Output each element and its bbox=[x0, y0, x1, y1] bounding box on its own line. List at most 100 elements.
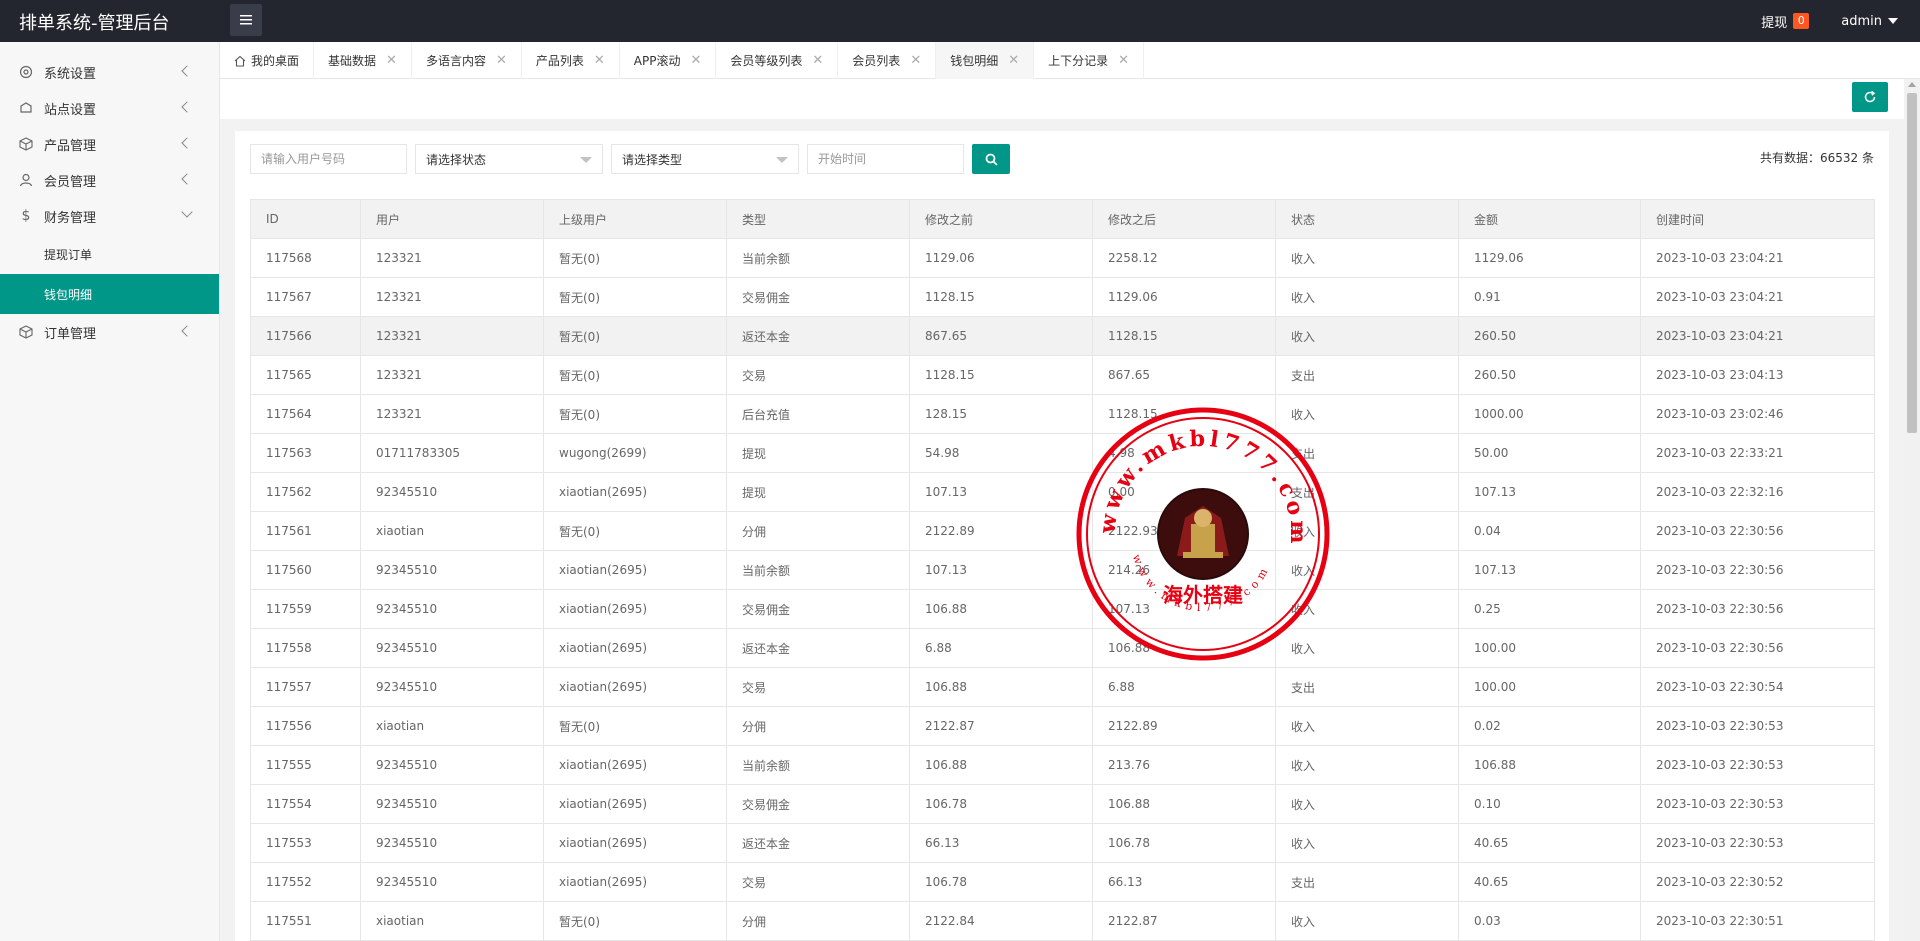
table-row[interactable]: 117556 xiaotian 暂无(0) 分佣 2122.87 2122.89 收入 0.0… bbox=[250, 706, 1875, 746]
table-cell: 107.13 bbox=[1458, 472, 1641, 512]
page-scrollbar[interactable] bbox=[1904, 79, 1920, 941]
table-cell: 92345510 bbox=[360, 745, 544, 785]
sidebar-item-product-management[interactable]: 产品管理 bbox=[0, 126, 219, 162]
type-select[interactable]: 请选择类型 bbox=[611, 144, 799, 174]
table-cell: 2023-10-03 22:30:56 bbox=[1640, 511, 1875, 551]
table-cell: 260.50 bbox=[1458, 355, 1641, 395]
table-cell: 0.02 bbox=[1458, 706, 1641, 746]
close-icon[interactable]: ✕ bbox=[496, 53, 507, 68]
total-count: 共有数据：66532 条 bbox=[1760, 151, 1874, 165]
table-row[interactable]: 117562 92345510 xiaotian(2695) 提现 107.13 0.00… bbox=[250, 472, 1875, 512]
table-row[interactable]: 117551 xiaotian 暂无(0) 分佣 2122.84 2122.87 收入 0.0… bbox=[250, 901, 1875, 941]
table-cell: 支出 bbox=[1275, 472, 1459, 512]
tab-label: 我的桌面 bbox=[251, 54, 300, 68]
table-row[interactable]: 117565 123321 暂无(0) 交易 1128.15 867.65 支出 260.50… bbox=[250, 355, 1875, 395]
table-row[interactable]: 117564 123321 暂无(0) 后台充值 128.15 1128.15 收入 1000… bbox=[250, 394, 1875, 434]
table-cell: 6.88 bbox=[909, 628, 1093, 668]
sidebar-item-order-management[interactable]: 订单管理 bbox=[0, 314, 219, 350]
tab-multilang[interactable]: 多语言内容 ✕ bbox=[412, 42, 522, 79]
table-cell: 2023-10-03 22:30:56 bbox=[1640, 628, 1875, 668]
close-icon[interactable]: ✕ bbox=[910, 53, 921, 68]
tab-app-scroll[interactable]: APP滚动 ✕ bbox=[620, 42, 717, 79]
tab-member-levels[interactable]: 会员等级列表 ✕ bbox=[716, 42, 839, 79]
table-row[interactable]: 117566 123321 暂无(0) 返还本金 867.65 1128.15 收入 260.… bbox=[250, 316, 1875, 356]
username: admin bbox=[1841, 13, 1882, 29]
tab-label: 钱包明细 bbox=[950, 54, 999, 68]
table-cell: 2122.87 bbox=[909, 706, 1093, 746]
table-cell: 交易佣金 bbox=[726, 784, 910, 824]
table-cell: 收入 bbox=[1275, 316, 1459, 356]
table-cell: 40.65 bbox=[1458, 823, 1641, 863]
triangle-down-icon bbox=[580, 157, 592, 163]
table-cell: 2023-10-03 22:30:56 bbox=[1640, 550, 1875, 590]
sidebar-item-site-settings[interactable]: 站点设置 bbox=[0, 90, 219, 126]
close-icon[interactable]: ✕ bbox=[594, 53, 605, 68]
table-cell: xiaotian(2695) bbox=[543, 589, 727, 629]
table-row[interactable]: 117559 92345510 xiaotian(2695) 交易佣金 106.88 10… bbox=[250, 589, 1875, 629]
close-icon[interactable]: ✕ bbox=[690, 53, 701, 68]
user-number-input[interactable] bbox=[250, 144, 407, 174]
table-cell: 117554 bbox=[250, 784, 361, 824]
sidebar: 系统设置 站点设置 产品管理 会员管理 $ 财务管理 提现订单 钱包明细 订单管… bbox=[0, 42, 220, 941]
sidebar-item-finance-management[interactable]: $ 财务管理 bbox=[0, 198, 219, 234]
table-cell: 返还本金 bbox=[726, 628, 910, 668]
status-select[interactable]: 请选择状态 bbox=[415, 144, 603, 174]
scroll-up-arrow-icon[interactable] bbox=[1908, 82, 1916, 87]
table-cell: xiaotian bbox=[360, 511, 544, 551]
user-menu[interactable]: admin bbox=[1841, 14, 1898, 29]
table-cell: 123321 bbox=[360, 394, 544, 434]
home-icon bbox=[234, 55, 246, 67]
search-button[interactable] bbox=[972, 144, 1010, 174]
table-cell: 92345510 bbox=[360, 784, 544, 824]
close-icon[interactable]: ✕ bbox=[386, 53, 397, 68]
table-cell: 213.76 bbox=[1092, 745, 1276, 785]
table-cell: 2122.89 bbox=[909, 511, 1093, 551]
sidebar-item-member-management[interactable]: 会员管理 bbox=[0, 162, 219, 198]
withdraw-notice[interactable]: 提现 0 bbox=[1761, 12, 1810, 31]
table-cell: 0.04 bbox=[1458, 511, 1641, 551]
sidebar-subitem-wallet-details[interactable]: 钱包明细 bbox=[0, 274, 219, 314]
table-cell: 2258.12 bbox=[1092, 238, 1276, 278]
table-cell: 收入 bbox=[1275, 745, 1459, 785]
table-row[interactable]: 117568 123321 暂无(0) 当前余额 1129.06 2258.12 收入 112… bbox=[250, 238, 1875, 278]
table-cell: xiaotian(2695) bbox=[543, 823, 727, 863]
sidebar-subitem-withdraw-orders[interactable]: 提现订单 bbox=[0, 234, 219, 274]
scrollbar-thumb[interactable] bbox=[1907, 93, 1917, 433]
table-cell: 117561 bbox=[250, 511, 361, 551]
menu-toggle-button[interactable] bbox=[230, 4, 262, 36]
sidebar-item-system-settings[interactable]: 系统设置 bbox=[0, 54, 219, 90]
refresh-button[interactable] bbox=[1852, 82, 1888, 112]
table-row[interactable]: 117561 xiaotian 暂无(0) 分佣 2122.89 2122.93 收入 0.0… bbox=[250, 511, 1875, 551]
table-cell: 117567 bbox=[250, 277, 361, 317]
table-header-row: ID 用户 上级用户 类型 修改之前 修改之后 状态 金额 创建时间 bbox=[250, 199, 1875, 239]
table-row[interactable]: 117560 92345510 xiaotian(2695) 当前余额 107.13 21… bbox=[250, 550, 1875, 590]
table-row[interactable]: 117563 01711783305 wugong(2699) 提现 54.98 4.98… bbox=[250, 433, 1875, 473]
tab-my-desktop[interactable]: 我的桌面 bbox=[220, 42, 315, 79]
table-cell: 暂无(0) bbox=[543, 901, 727, 941]
close-icon[interactable]: ✕ bbox=[1008, 53, 1019, 68]
table-row[interactable]: 117558 92345510 xiaotian(2695) 返还本金 6.88 106.… bbox=[250, 628, 1875, 668]
chevron-left-icon bbox=[181, 137, 193, 149]
tab-score-records[interactable]: 上下分记录 ✕ bbox=[1034, 42, 1145, 79]
table-row[interactable]: 117552 92345510 xiaotian(2695) 交易 106.78 66.1… bbox=[250, 862, 1875, 902]
column-header: ID bbox=[250, 199, 361, 239]
close-icon[interactable]: ✕ bbox=[812, 53, 823, 68]
tab-wallet-details[interactable]: 钱包明细 ✕ bbox=[936, 42, 1035, 79]
table-cell: 92345510 bbox=[360, 589, 544, 629]
chevron-left-icon bbox=[181, 65, 193, 77]
table-cell: xiaotian(2695) bbox=[543, 550, 727, 590]
table-row[interactable]: 117555 92345510 xiaotian(2695) 当前余额 106.88 21… bbox=[250, 745, 1875, 785]
type-select-value: 请选择类型 bbox=[622, 152, 683, 167]
gear-icon bbox=[18, 64, 34, 80]
tab-basic-data[interactable]: 基础数据 ✕ bbox=[314, 42, 412, 79]
start-time-input[interactable] bbox=[807, 144, 964, 174]
table-row[interactable]: 117557 92345510 xiaotian(2695) 交易 106.88 6.88… bbox=[250, 667, 1875, 707]
table-row[interactable]: 117553 92345510 xiaotian(2695) 返还本金 66.13 106… bbox=[250, 823, 1875, 863]
tab-product-list[interactable]: 产品列表 ✕ bbox=[522, 42, 620, 79]
tab-member-list[interactable]: 会员列表 ✕ bbox=[838, 42, 937, 79]
table-row[interactable]: 117567 123321 暂无(0) 交易佣金 1128.15 1129.06 收入 0.9… bbox=[250, 277, 1875, 317]
close-icon[interactable]: ✕ bbox=[1118, 53, 1129, 68]
table-row[interactable]: 117554 92345510 xiaotian(2695) 交易佣金 106.78 10… bbox=[250, 784, 1875, 824]
search-icon bbox=[985, 153, 998, 166]
table-cell: 106.88 bbox=[1092, 628, 1276, 668]
